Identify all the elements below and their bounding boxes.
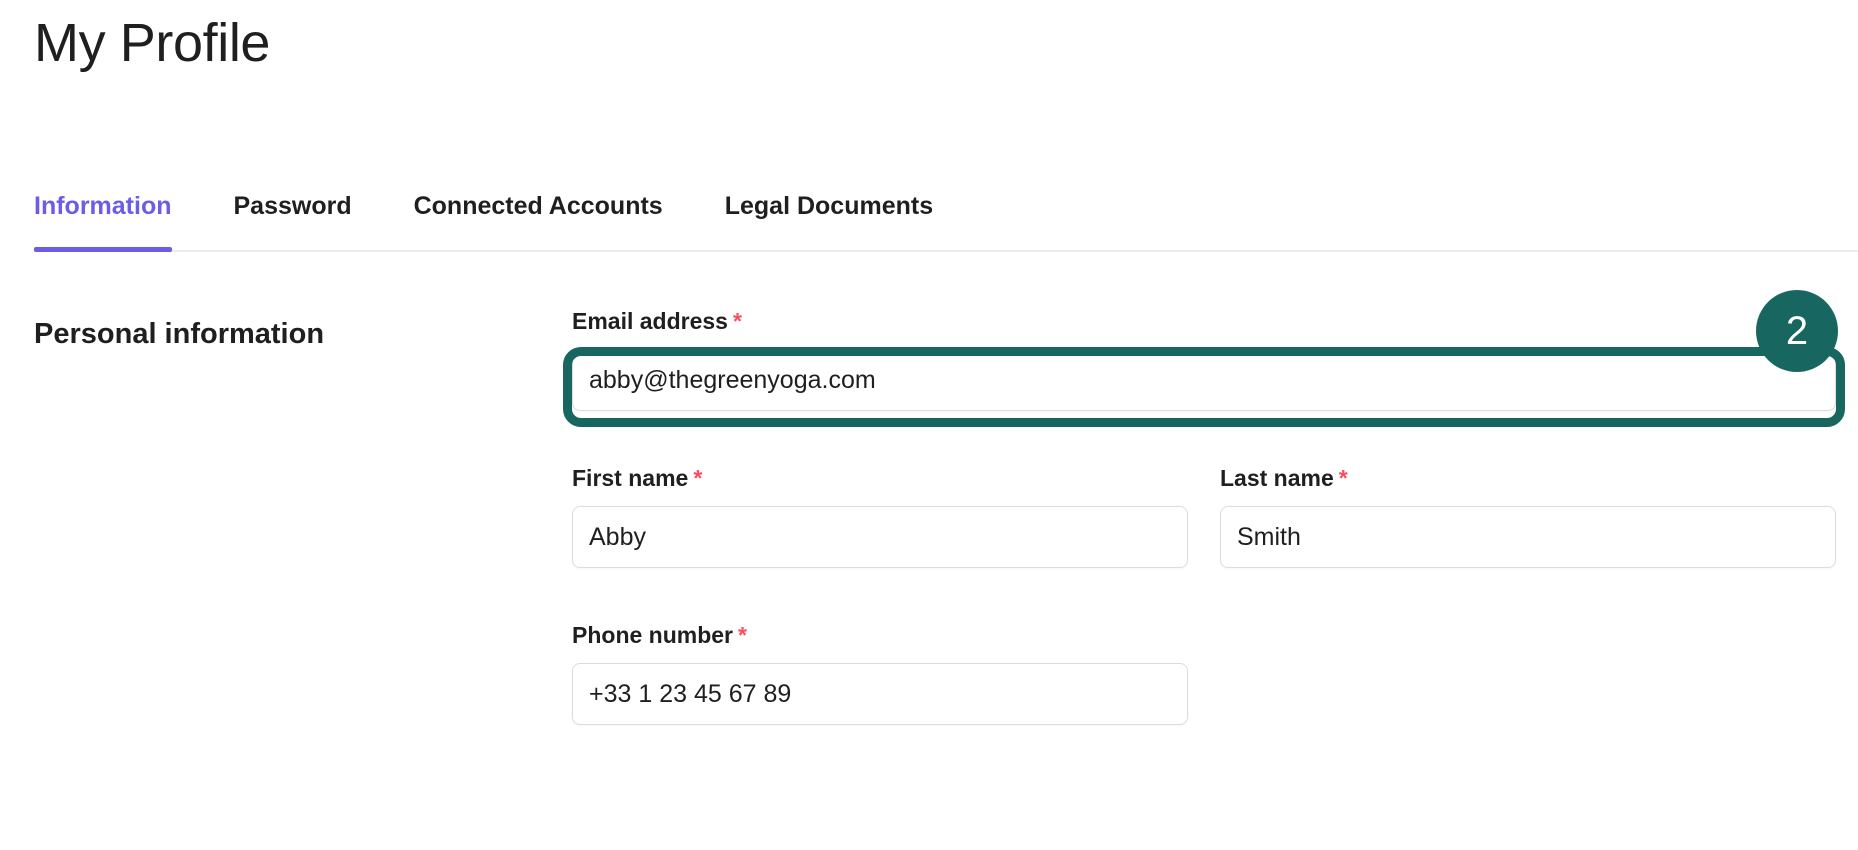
tab-connected-accounts[interactable]: Connected Accounts bbox=[414, 160, 663, 252]
first-name-input[interactable] bbox=[572, 506, 1188, 568]
phone-number-required-asterisk: * bbox=[738, 622, 747, 648]
last-name-label: Last name * bbox=[1220, 465, 1348, 491]
first-name-required-asterisk: * bbox=[693, 465, 703, 491]
email-label-wrap: Email address * bbox=[572, 310, 1836, 333]
phone-number-label: Phone number * bbox=[572, 622, 747, 648]
email-input[interactable] bbox=[572, 349, 1836, 411]
email-label: Email address * bbox=[572, 308, 742, 334]
last-name-required-asterisk: * bbox=[1338, 465, 1348, 491]
step-badge-2: 2 bbox=[1756, 290, 1838, 372]
name-row: First name* Last name* bbox=[572, 467, 1836, 568]
tab-legal-documents-label: Legal Documents bbox=[724, 191, 934, 220]
phone-number-input[interactable] bbox=[572, 663, 1188, 725]
tab-list: Information Password Connected Accounts … bbox=[34, 160, 933, 252]
section-heading-personal-information: Personal information bbox=[34, 318, 325, 350]
field-group-phone-number: Phone number * bbox=[572, 624, 1188, 725]
email-required-asterisk: * bbox=[732, 308, 742, 334]
field-group-first-name: First name * bbox=[572, 467, 1188, 568]
phone-number-label-wrap: Phone number * bbox=[572, 624, 1188, 647]
field-group-last-name: Last name * bbox=[1220, 467, 1836, 568]
page-title: My Profile bbox=[34, 13, 271, 73]
last-name-input[interactable] bbox=[1220, 506, 1836, 568]
tab-password-label: Password bbox=[233, 191, 352, 220]
tab-legal-documents[interactable]: Legal Documents bbox=[725, 160, 933, 252]
tab-connected-accounts-label: Connected Accounts bbox=[413, 191, 663, 220]
first-name-label-wrap: First name * bbox=[572, 467, 1188, 490]
email-input-wrap bbox=[572, 349, 1836, 411]
first-name-label: First name * bbox=[572, 465, 703, 491]
last-name-label-wrap: Last name * bbox=[1220, 467, 1836, 490]
tab-information-label: Information bbox=[34, 191, 172, 220]
personal-information-form: Email address* First name* Last name* Ph… bbox=[563, 310, 1845, 725]
tab-information[interactable]: Information bbox=[34, 160, 172, 252]
tab-password[interactable]: Password bbox=[234, 160, 352, 252]
tab-bar: Information Password Connected Accounts … bbox=[0, 160, 1858, 252]
field-group-email: Email address * bbox=[563, 310, 1845, 427]
